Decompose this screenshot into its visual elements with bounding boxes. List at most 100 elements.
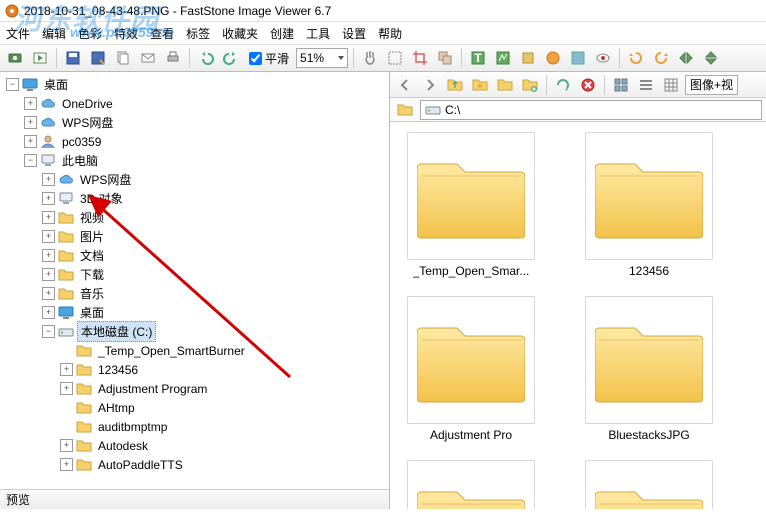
smooth-check-input[interactable]: [249, 52, 262, 65]
tree-label[interactable]: 视频: [77, 208, 107, 227]
tree-row[interactable]: + pc0359: [2, 132, 387, 151]
expand-icon[interactable]: +: [42, 230, 55, 243]
tree-label[interactable]: pc0359: [59, 134, 104, 150]
expand-icon[interactable]: +: [60, 458, 73, 471]
new-folder-button[interactable]: [519, 74, 541, 96]
nav-back-button[interactable]: [394, 74, 416, 96]
tree-row[interactable]: +3D 对象: [2, 189, 387, 208]
fav-button[interactable]: [469, 74, 491, 96]
expand-icon[interactable]: +: [42, 306, 55, 319]
tree-label[interactable]: 本地磁盘 (C:): [77, 321, 156, 342]
tree-row[interactable]: + WPS网盘: [2, 113, 387, 132]
thumb-settings-button[interactable]: [660, 74, 682, 96]
tree-label[interactable]: 桌面: [77, 303, 107, 322]
tree-row[interactable]: AHtmp: [2, 398, 387, 417]
flip-v-button[interactable]: [700, 47, 722, 69]
tree-label[interactable]: 此电脑: [59, 151, 101, 170]
tree-row[interactable]: − 桌面: [2, 75, 387, 94]
tree-row[interactable]: +下载: [2, 265, 387, 284]
tree-row[interactable]: + 桌面: [2, 303, 387, 322]
nav-forward-button[interactable]: [419, 74, 441, 96]
email-button[interactable]: [137, 47, 159, 69]
tree-label[interactable]: 下载: [77, 265, 107, 284]
tree-label[interactable]: Autodesk: [95, 438, 151, 454]
nav-up-button[interactable]: [444, 74, 466, 96]
menu-effect[interactable]: 特效: [114, 25, 138, 42]
collapse-icon[interactable]: −: [24, 154, 37, 167]
menu-fav[interactable]: 收藏夹: [222, 25, 258, 42]
expand-icon[interactable]: +: [24, 135, 37, 148]
expand-icon[interactable]: +: [24, 97, 37, 110]
save-as-button[interactable]: [87, 47, 109, 69]
rotate-right-button[interactable]: [650, 47, 672, 69]
expand-icon[interactable]: +: [42, 173, 55, 186]
menu-edit[interactable]: 编辑: [42, 25, 66, 42]
tree-row[interactable]: + Autodesk: [2, 436, 387, 455]
adjust-button[interactable]: [517, 47, 539, 69]
tree-label[interactable]: AutoPaddleTTS: [95, 457, 186, 473]
tree-label[interactable]: WPS网盘: [59, 113, 116, 132]
resize-button[interactable]: [434, 47, 456, 69]
view-thumb-button[interactable]: [610, 74, 632, 96]
menu-create[interactable]: 创建: [270, 25, 294, 42]
redeye-button[interactable]: [592, 47, 614, 69]
expand-icon[interactable]: +: [60, 363, 73, 376]
tree-label[interactable]: WPS网盘: [77, 170, 134, 189]
tree-label[interactable]: OneDrive: [59, 96, 116, 112]
path-folder-icon[interactable]: [394, 99, 416, 121]
tree-label[interactable]: _Temp_Open_SmartBurner: [95, 343, 248, 359]
tree-row[interactable]: +视频: [2, 208, 387, 227]
collapse-icon[interactable]: −: [42, 325, 55, 338]
collapse-icon[interactable]: −: [6, 78, 19, 91]
flip-h-button[interactable]: [675, 47, 697, 69]
undo-button[interactable]: [195, 47, 217, 69]
redo-button[interactable]: [220, 47, 242, 69]
thumbnail-item[interactable]: _Temp_Open_Smar...: [396, 132, 546, 278]
select-button[interactable]: [384, 47, 406, 69]
expand-icon[interactable]: +: [60, 382, 73, 395]
expand-icon[interactable]: +: [42, 192, 55, 205]
tree-row[interactable]: + 音乐: [2, 284, 387, 303]
sharpen-button[interactable]: [567, 47, 589, 69]
tree-label[interactable]: 图片: [77, 227, 107, 246]
tree-label[interactable]: 123456: [95, 362, 141, 378]
slideshow-button[interactable]: [29, 47, 51, 69]
expand-icon[interactable]: +: [24, 116, 37, 129]
thumbnail-item[interactable]: 123456: [574, 132, 724, 278]
save-button[interactable]: [62, 47, 84, 69]
tree-label[interactable]: AHtmp: [95, 400, 138, 416]
crop-button[interactable]: [409, 47, 431, 69]
thumbnail-item[interactable]: BluestacksJPG: [574, 296, 724, 442]
thumbnail-grid[interactable]: _Temp_Open_Smar...123456Adjustment ProBl…: [390, 122, 766, 509]
menu-tool[interactable]: 工具: [306, 25, 330, 42]
stop-button[interactable]: [577, 74, 599, 96]
copy-button[interactable]: [112, 47, 134, 69]
color-button[interactable]: [542, 47, 564, 69]
refresh-button[interactable]: [552, 74, 574, 96]
expand-icon[interactable]: +: [60, 439, 73, 452]
tree-label[interactable]: 桌面: [41, 75, 71, 94]
menu-file[interactable]: 文件: [6, 25, 30, 42]
expand-icon[interactable]: +: [42, 287, 55, 300]
tree-row[interactable]: + WPS网盘: [2, 170, 387, 189]
tree-label[interactable]: 文档: [77, 246, 107, 265]
tree-row[interactable]: − 本地磁盘 (C:): [2, 322, 387, 341]
tree-label[interactable]: 音乐: [77, 284, 107, 303]
thumbnail-item[interactable]: Documents: [574, 460, 724, 509]
menu-tag[interactable]: 标签: [186, 25, 210, 42]
thumbnail-item[interactable]: DMGift: [396, 460, 546, 509]
smooth-checkbox[interactable]: 平滑: [249, 50, 289, 67]
view-mode-dropdown[interactable]: 图像+视: [685, 75, 738, 95]
draw-button[interactable]: [492, 47, 514, 69]
zoom-dropdown[interactable]: 51%: [296, 48, 348, 68]
tree-label[interactable]: Adjustment Program: [95, 381, 210, 397]
menu-help[interactable]: 帮助: [378, 25, 402, 42]
menu-view[interactable]: 查看: [150, 25, 174, 42]
text-button[interactable]: T: [467, 47, 489, 69]
expand-icon[interactable]: +: [42, 249, 55, 262]
folder-tree[interactable]: −桌面+OneDrive+WPS网盘+pc0359−此电脑+WPS网盘+3D 对…: [0, 72, 389, 489]
pan-button[interactable]: [359, 47, 381, 69]
menu-color[interactable]: 色彩: [78, 25, 102, 42]
tree-row[interactable]: + 图片: [2, 227, 387, 246]
tree-row[interactable]: − 此电脑: [2, 151, 387, 170]
